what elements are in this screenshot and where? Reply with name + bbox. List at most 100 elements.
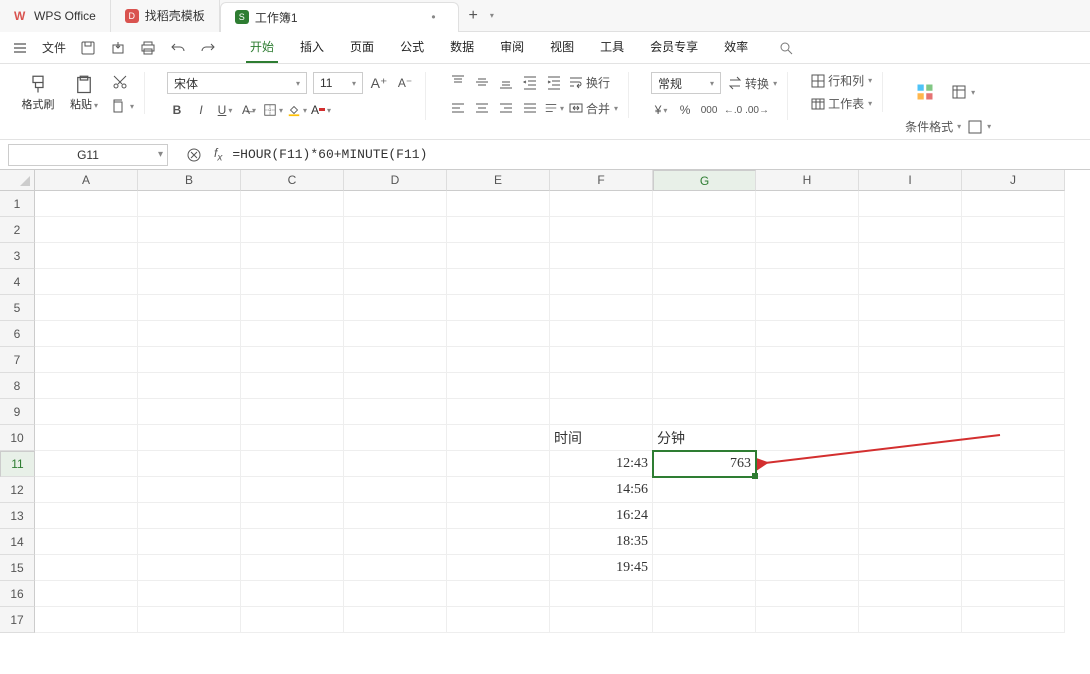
cell-styles-button[interactable] (905, 72, 945, 112)
fill-color-icon[interactable]: ▾ (287, 100, 307, 120)
cell-F16[interactable] (550, 581, 653, 607)
cell-A10[interactable] (35, 425, 138, 451)
cell-E17[interactable] (447, 607, 550, 633)
cell-H8[interactable] (756, 373, 859, 399)
cell-J13[interactable] (962, 503, 1065, 529)
row-header-8[interactable]: 8 (0, 373, 35, 399)
grid-cells[interactable]: 时间分钟12:4376314:5616:2418:3519:45 (35, 191, 1065, 633)
undo-icon[interactable] (170, 40, 186, 56)
paste-button[interactable]: 粘贴▾ (64, 73, 104, 113)
tab-member[interactable]: 会员专享 (646, 32, 702, 63)
cell-D10[interactable] (344, 425, 447, 451)
row-header-4[interactable]: 4 (0, 269, 35, 295)
cell-F6[interactable] (550, 321, 653, 347)
cell-E4[interactable] (447, 269, 550, 295)
cell-D8[interactable] (344, 373, 447, 399)
column-header-H[interactable]: H (756, 170, 859, 191)
cell-H5[interactable] (756, 295, 859, 321)
cell-I6[interactable] (859, 321, 962, 347)
cell-E12[interactable] (447, 477, 550, 503)
select-all-corner[interactable] (0, 170, 35, 191)
cell-F2[interactable] (550, 217, 653, 243)
cell-B16[interactable] (138, 581, 241, 607)
cell-J12[interactable] (962, 477, 1065, 503)
column-header-J[interactable]: J (962, 170, 1065, 191)
cell-D1[interactable] (344, 191, 447, 217)
cell-B11[interactable] (138, 451, 241, 477)
cell-E16[interactable] (447, 581, 550, 607)
cell-I7[interactable] (859, 347, 962, 373)
cell-C16[interactable] (241, 581, 344, 607)
cell-I12[interactable] (859, 477, 962, 503)
cell-F15[interactable]: 19:45 (550, 555, 653, 581)
cell-B4[interactable] (138, 269, 241, 295)
cell-A5[interactable] (35, 295, 138, 321)
cell-F8[interactable] (550, 373, 653, 399)
cell-J2[interactable] (962, 217, 1065, 243)
format-painter-button[interactable]: 格式刷 (18, 73, 58, 113)
cell-D3[interactable] (344, 243, 447, 269)
cell-D11[interactable] (344, 451, 447, 477)
font-size-select[interactable]: 11▾ (313, 72, 363, 94)
currency-icon[interactable]: ¥▾ (651, 100, 671, 120)
cell-H1[interactable] (756, 191, 859, 217)
fx-icon[interactable]: fx (214, 146, 222, 163)
cell-H16[interactable] (756, 581, 859, 607)
cell-F7[interactable] (550, 347, 653, 373)
cell-G6[interactable] (653, 321, 756, 347)
cell-A12[interactable] (35, 477, 138, 503)
cell-A13[interactable] (35, 503, 138, 529)
cell-B10[interactable] (138, 425, 241, 451)
row-header-9[interactable]: 9 (0, 399, 35, 425)
cell-A6[interactable] (35, 321, 138, 347)
cell-B2[interactable] (138, 217, 241, 243)
cell-I10[interactable] (859, 425, 962, 451)
redo-icon[interactable] (200, 40, 216, 56)
tab-docer-templates[interactable]: D 找稻壳模板 (111, 0, 220, 32)
strike-icon[interactable]: A̶▾ (239, 100, 259, 120)
cell-J14[interactable] (962, 529, 1065, 555)
cell-D9[interactable] (344, 399, 447, 425)
cell-J3[interactable] (962, 243, 1065, 269)
cell-B15[interactable] (138, 555, 241, 581)
cell-G9[interactable] (653, 399, 756, 425)
cell-H6[interactable] (756, 321, 859, 347)
align-center-icon[interactable] (472, 98, 492, 118)
cell-B9[interactable] (138, 399, 241, 425)
cell-G17[interactable] (653, 607, 756, 633)
cell-B3[interactable] (138, 243, 241, 269)
cell-G10[interactable]: 分钟 (653, 425, 756, 451)
cell-C3[interactable] (241, 243, 344, 269)
cell-I14[interactable] (859, 529, 962, 555)
tab-start[interactable]: 开始 (246, 32, 278, 63)
comma-icon[interactable]: 000 (699, 100, 719, 120)
align-right-icon[interactable] (496, 98, 516, 118)
cell-B8[interactable] (138, 373, 241, 399)
tab-view[interactable]: 视图 (546, 32, 578, 63)
cell-C6[interactable] (241, 321, 344, 347)
cell-D16[interactable] (344, 581, 447, 607)
align-left-icon[interactable] (448, 98, 468, 118)
conditional-format-button[interactable]: 条件格式▾ (905, 118, 961, 135)
cell-C5[interactable] (241, 295, 344, 321)
copy-icon[interactable]: ▾ (110, 98, 134, 114)
cell-H14[interactable] (756, 529, 859, 555)
row-header-6[interactable]: 6 (0, 321, 35, 347)
cell-G2[interactable] (653, 217, 756, 243)
name-box[interactable]: G11 ▾ (8, 144, 168, 166)
cell-C9[interactable] (241, 399, 344, 425)
file-menu[interactable]: 文件 (42, 39, 66, 56)
cell-J7[interactable] (962, 347, 1065, 373)
cell-J10[interactable] (962, 425, 1065, 451)
row-header-7[interactable]: 7 (0, 347, 35, 373)
cell-A11[interactable] (35, 451, 138, 477)
row-header-15[interactable]: 15 (0, 555, 35, 581)
print-icon[interactable] (140, 40, 156, 56)
cell-C15[interactable] (241, 555, 344, 581)
cell-J5[interactable] (962, 295, 1065, 321)
chevron-down-icon[interactable]: ▾ (158, 149, 163, 160)
bold-icon[interactable]: B (167, 100, 187, 120)
rows-cols-button[interactable]: 行和列▾ (810, 72, 872, 89)
cell-J6[interactable] (962, 321, 1065, 347)
column-header-B[interactable]: B (138, 170, 241, 191)
